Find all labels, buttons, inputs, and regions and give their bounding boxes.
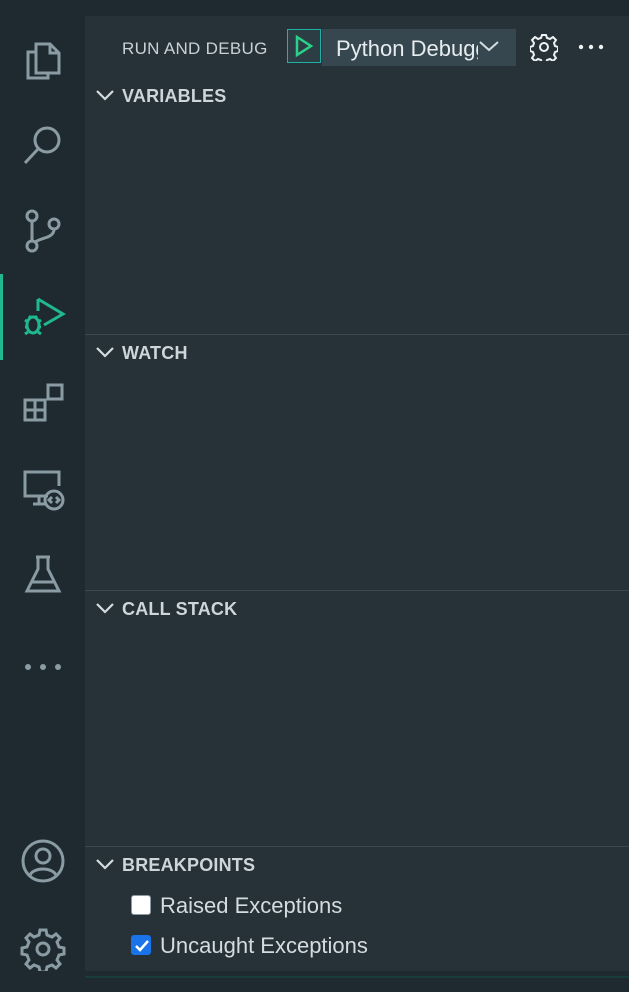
activity-testing[interactable] bbox=[0, 532, 85, 618]
run-debug-sidebar: RUN AND DEBUG Python Debugger VA bbox=[85, 16, 629, 971]
section-title: BREAKPOINTS bbox=[122, 855, 256, 875]
extensions-icon bbox=[23, 383, 63, 422]
chevron-down-icon bbox=[96, 859, 114, 870]
uncaught-exceptions-checkbox[interactable] bbox=[131, 935, 151, 955]
activity-remote-explorer[interactable] bbox=[0, 446, 85, 532]
variables-section-header[interactable]: VARIABLES bbox=[85, 78, 629, 112]
manage-gear-icon bbox=[20, 928, 65, 972]
breakpoints-section: BREAKPOINTS Raised Exceptions Uncaught E… bbox=[85, 846, 629, 971]
status-strip bbox=[0, 971, 629, 979]
gear-icon[interactable] bbox=[530, 33, 558, 61]
chevron-down-icon bbox=[96, 90, 114, 101]
activity-more[interactable] bbox=[0, 618, 85, 704]
activity-account[interactable] bbox=[0, 818, 85, 904]
watch-section: WATCH bbox=[85, 334, 629, 590]
chevron-down-icon bbox=[96, 603, 114, 614]
variables-section: VARIABLES bbox=[85, 78, 629, 334]
account-icon bbox=[21, 839, 64, 883]
watch-section-header[interactable]: WATCH bbox=[85, 335, 629, 369]
activity-run-debug[interactable] bbox=[0, 274, 85, 360]
files-icon bbox=[26, 42, 60, 80]
chevron-down-icon bbox=[96, 347, 114, 358]
call-stack-section: CALL STACK bbox=[85, 590, 629, 846]
selected-configuration: Python Debugger bbox=[336, 36, 478, 61]
remote-explorer-icon bbox=[23, 470, 64, 511]
activity-manage[interactable] bbox=[0, 906, 85, 992]
chevron-down-icon bbox=[479, 41, 499, 52]
ellipsis-icon[interactable] bbox=[577, 42, 605, 52]
section-title: VARIABLES bbox=[122, 86, 227, 106]
play-icon bbox=[295, 35, 314, 57]
activity-bar bbox=[0, 16, 85, 972]
section-title: CALL STACK bbox=[122, 599, 238, 619]
debug-configuration-select[interactable]: Python Debugger bbox=[322, 29, 516, 66]
sidebar-header: RUN AND DEBUG Python Debugger bbox=[85, 16, 629, 78]
source-control-icon bbox=[25, 209, 60, 253]
search-icon bbox=[23, 126, 60, 165]
title-bar-strip bbox=[0, 0, 629, 16]
breakpoints-section-header[interactable]: BREAKPOINTS bbox=[85, 847, 629, 881]
sidebar-title: RUN AND DEBUG bbox=[122, 39, 268, 58]
activity-source-control[interactable] bbox=[0, 188, 85, 274]
raised-exceptions-checkbox[interactable] bbox=[131, 895, 151, 915]
testing-icon bbox=[24, 555, 61, 593]
run-debug-icon bbox=[23, 297, 66, 336]
activity-search[interactable] bbox=[0, 102, 85, 188]
activity-extensions[interactable] bbox=[0, 360, 85, 446]
breakpoint-label: Raised Exceptions bbox=[160, 893, 343, 918]
section-title: WATCH bbox=[122, 343, 188, 363]
breakpoint-label: Uncaught Exceptions bbox=[160, 933, 368, 958]
more-icon bbox=[24, 664, 61, 670]
breakpoint-raised-exceptions[interactable]: Raised Exceptions bbox=[131, 892, 611, 920]
start-debugging-button[interactable] bbox=[287, 29, 321, 63]
call-stack-section-header[interactable]: CALL STACK bbox=[85, 591, 629, 625]
breakpoint-uncaught-exceptions[interactable]: Uncaught Exceptions bbox=[131, 932, 611, 960]
checkmark-icon bbox=[135, 940, 149, 952]
activity-explorer[interactable] bbox=[0, 16, 85, 102]
